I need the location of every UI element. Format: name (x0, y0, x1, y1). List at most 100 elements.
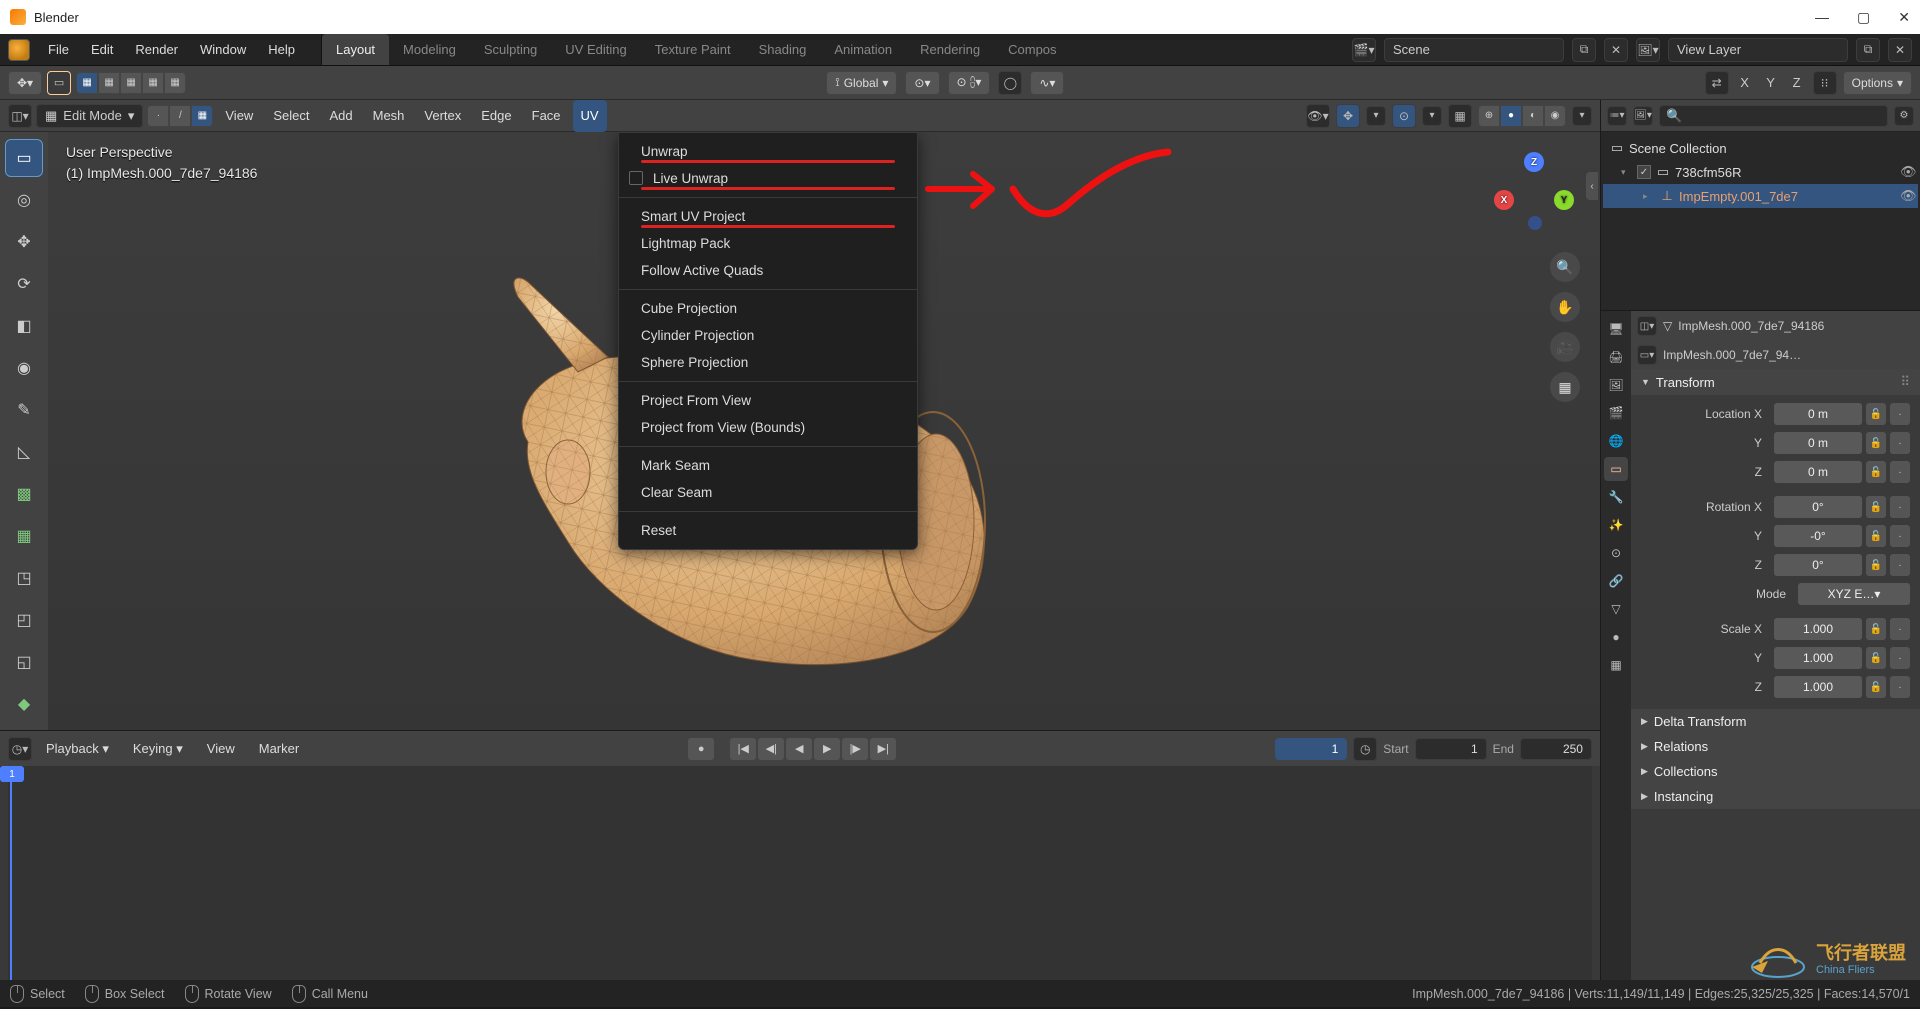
menu-window[interactable]: Window (190, 34, 256, 66)
transform-panel-header[interactable]: ▼ Transform ⠿ (1631, 369, 1920, 395)
workspace-tab-modeling[interactable]: Modeling (389, 34, 470, 65)
uv-menu-mark-seam[interactable]: Mark Seam (619, 452, 917, 479)
gizmo-dropdown-icon[interactable]: ▾ (1366, 106, 1386, 126)
viewlayer-delete-icon[interactable]: ✕ (1888, 38, 1912, 62)
prop-tab-physics[interactable]: ⊙ (1604, 541, 1628, 565)
scene-name-field[interactable]: Scene (1384, 38, 1564, 62)
uv-menu-cube-projection[interactable]: Cube Projection (619, 295, 917, 322)
uv-menu-reset[interactable]: Reset (619, 517, 917, 544)
location-z-field[interactable]: 0 m (1774, 461, 1862, 483)
face-select-mode[interactable]: ▦ (191, 105, 213, 127)
keyframe-icon[interactable]: · (1890, 676, 1910, 698)
delta-transform-panel-header[interactable]: ▶Delta Transform (1631, 709, 1920, 734)
proportional-falloff-dropdown[interactable]: ∿▾ (1030, 71, 1064, 95)
snap-toggle[interactable]: ⊙ ⩉▾ (948, 71, 991, 95)
workspace-tab-layout[interactable]: Layout (322, 34, 389, 65)
menu-render[interactable]: Render (125, 34, 188, 66)
editbar-menu-face[interactable]: Face (524, 100, 569, 132)
expand-icon[interactable]: ▾ (1621, 167, 1633, 178)
viewlayer-new-icon[interactable]: ⧉ (1856, 38, 1880, 62)
tool-add-cube[interactable]: ▩ (6, 476, 42, 512)
shading-dropdown-icon[interactable]: ▾ (1572, 106, 1592, 126)
uv-menu-lightmap-pack[interactable]: Lightmap Pack (619, 230, 917, 257)
visibility-toggle-icon[interactable]: 👁 (1900, 164, 1918, 180)
editbar-menu-select[interactable]: Select (265, 100, 317, 132)
overlay-dropdown-icon[interactable]: ▾ (1422, 106, 1442, 126)
tool-inset[interactable]: ◳ (6, 560, 42, 596)
editbar-menu-uv[interactable]: UV (573, 100, 607, 132)
vertex-select-mode[interactable]: · (147, 105, 169, 127)
lock-icon[interactable]: 🔓 (1866, 403, 1886, 425)
uv-menu-sphere-projection[interactable]: Sphere Projection (619, 349, 917, 376)
gizmo-axis-y[interactable]: Y (1554, 190, 1574, 210)
uv-menu-project-from-view[interactable]: Project From View (619, 387, 917, 414)
keyframe-icon[interactable]: · (1890, 554, 1910, 576)
gizmo-axis-neg-z[interactable] (1528, 216, 1542, 230)
xray-toggle-icon[interactable]: ▦ (1448, 104, 1472, 128)
uv-menu-clear-seam[interactable]: Clear Seam (619, 479, 917, 506)
keyframe-icon[interactable]: · (1890, 647, 1910, 669)
properties-breadcrumb-object[interactable]: ImpMesh.000_7de7_94186 (1678, 319, 1914, 333)
gizmo-axis-x[interactable]: X (1494, 190, 1514, 210)
viewlayer-name-field[interactable]: View Layer (1668, 38, 1848, 62)
window-maximize-button[interactable]: ▢ (1857, 9, 1870, 26)
timeline-menu-view[interactable]: View (197, 733, 245, 765)
menu-edit[interactable]: Edit (81, 34, 123, 66)
select-mode-intersect[interactable]: ▦ (164, 72, 186, 94)
location-x-field[interactable]: 0 m (1774, 403, 1862, 425)
prop-tab-viewlayer[interactable]: 🖼 (1604, 373, 1628, 397)
workspace-tab-uvediting[interactable]: UV Editing (551, 34, 640, 65)
timeline-menu-marker[interactable]: Marker (249, 733, 309, 765)
expand-icon[interactable]: ▸ (1643, 191, 1655, 202)
uv-menu-follow-active-quads[interactable]: Follow Active Quads (619, 257, 917, 284)
start-frame-field[interactable]: 1 (1415, 738, 1487, 760)
prop-tab-output[interactable]: 🖨 (1604, 345, 1628, 369)
uv-menu-project-from-view-bounds[interactable]: Project from View (Bounds) (619, 414, 917, 441)
scene-browse-icon[interactable]: 🎬▾ (1352, 38, 1376, 62)
lock-icon[interactable]: 🔓 (1866, 461, 1886, 483)
tool-rotate[interactable]: ⟳ (6, 266, 42, 302)
prop-tab-constraints[interactable]: 🔗 (1604, 569, 1628, 593)
tool-loopcut[interactable]: ◱ (6, 644, 42, 680)
gizmo-toggle-icon[interactable]: ✥ (1336, 104, 1360, 128)
playhead[interactable]: 1 (10, 766, 12, 980)
visibility-toggle-icon[interactable]: 👁 (1900, 188, 1918, 204)
keyframe-icon[interactable]: · (1890, 432, 1910, 454)
n-panel-handle[interactable]: ‹ (1586, 172, 1598, 200)
rotation-x-field[interactable]: 0° (1774, 496, 1862, 518)
outliner-body[interactable]: ▭ Scene Collection ▾ ✓ ▭ 738cfm56R 👁 ▸ ⊥… (1601, 132, 1920, 310)
prop-tab-particles[interactable]: ✨ (1604, 513, 1628, 537)
editbar-menu-view[interactable]: View (217, 100, 261, 132)
outliner-scene-collection[interactable]: ▭ Scene Collection (1603, 136, 1918, 160)
lock-icon[interactable]: 🔓 (1866, 525, 1886, 547)
editbar-menu-vertex[interactable]: Vertex (416, 100, 469, 132)
timeline-menu-playback[interactable]: Playback ▾ (36, 733, 119, 765)
lock-icon[interactable]: 🔓 (1866, 554, 1886, 576)
play-button[interactable]: ▶ (814, 738, 840, 760)
uv-menu-cylinder-projection[interactable]: Cylinder Projection (619, 322, 917, 349)
mirror-icon[interactable]: ⇄ (1705, 71, 1729, 95)
workspace-tab-shading[interactable]: Shading (745, 34, 821, 65)
tool-extrude[interactable]: ▦ (6, 518, 42, 554)
workspace-tab-sculpting[interactable]: Sculpting (470, 34, 551, 65)
mirror-axis-x[interactable]: X (1735, 75, 1755, 90)
lock-icon[interactable]: 🔓 (1866, 676, 1886, 698)
shading-rendered[interactable]: ◉ (1544, 105, 1566, 127)
rotation-y-field[interactable]: -0° (1774, 525, 1862, 547)
viewlayer-browse-icon[interactable]: 🖼▾ (1636, 38, 1660, 62)
mirror-axis-y[interactable]: Y (1761, 75, 1781, 90)
prop-tab-modifiers[interactable]: 🔧 (1604, 485, 1628, 509)
prop-tab-object[interactable]: ▭ (1604, 457, 1628, 481)
prop-tab-world[interactable]: 🌐 (1604, 429, 1628, 453)
outliner-filter-icon[interactable]: ⚙ (1894, 106, 1914, 126)
preview-range-icon[interactable]: ◷ (1353, 737, 1377, 761)
overlay-toggle-icon[interactable]: ⊙ (1392, 104, 1416, 128)
visibility-toggle-icon[interactable]: 👁▾ (1306, 104, 1330, 128)
scale-z-field[interactable]: 1.000 (1774, 676, 1862, 698)
tool-select-box[interactable]: ▭ (6, 140, 42, 176)
jump-to-start-button[interactable]: |◀ (730, 738, 756, 760)
pan-icon[interactable]: ✋ (1550, 292, 1580, 322)
prop-tab-scene[interactable]: 🎬 (1604, 401, 1628, 425)
edge-select-mode[interactable]: / (169, 105, 191, 127)
gizmo-axis-z[interactable]: Z (1524, 152, 1544, 172)
